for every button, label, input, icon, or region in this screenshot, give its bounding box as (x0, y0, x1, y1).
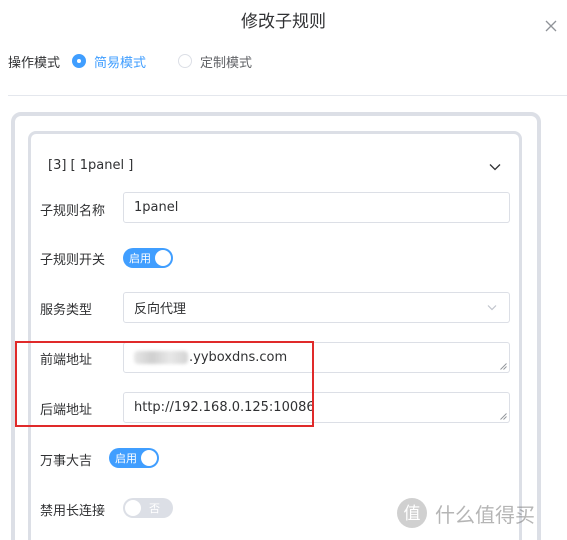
radio-simple-mode[interactable]: 简易模式 (72, 52, 146, 71)
service-type-label: 服务类型 (40, 303, 93, 318)
watermark-text: 什么值得买 (435, 502, 535, 527)
mode-label: 操作模式 (8, 55, 61, 71)
rule-name-input[interactable]: 1panel (123, 192, 510, 223)
switch-knob (155, 250, 171, 266)
dialog-title: 修改子规则 (241, 12, 326, 32)
radio-label: 定制模式 (200, 55, 253, 71)
switch-text: 启用 (115, 452, 137, 465)
lucky-switch[interactable]: 启用 (109, 448, 159, 468)
rule-enabled-switch[interactable]: 启用 (123, 248, 173, 268)
svg-text:值: 值 (404, 504, 421, 524)
rule-enabled-label: 子规则开关 (40, 253, 106, 268)
divider (8, 95, 567, 96)
rule-name-label: 子规则名称 (40, 204, 106, 219)
highlight-annotation-box (15, 341, 314, 427)
mode-selector: 操作模式 简易模式 定制模式 (8, 52, 284, 71)
radio-unchecked-icon (178, 54, 193, 68)
disable-keepalive-switch[interactable]: 否 (123, 498, 173, 518)
service-type-value: 反向代理 (134, 302, 187, 317)
switch-text: 否 (149, 502, 160, 515)
watermark-logo-icon: 值 (397, 498, 427, 528)
switch-knob (141, 450, 157, 466)
radio-custom-mode[interactable]: 定制模式 (178, 52, 252, 71)
chevron-down-icon (487, 305, 497, 311)
radio-label: 简易模式 (94, 55, 147, 71)
lucky-label: 万事大吉 (40, 454, 93, 469)
switch-knob (125, 500, 141, 516)
radio-checked-icon (72, 54, 87, 68)
resize-handle-icon[interactable] (500, 413, 507, 420)
resize-handle-icon[interactable] (500, 363, 507, 370)
switch-text: 启用 (129, 252, 151, 265)
service-type-select[interactable]: 反向代理 (123, 292, 510, 323)
close-icon[interactable] (545, 20, 557, 32)
rule-name-value: 1panel (134, 200, 179, 215)
chevron-down-icon[interactable] (489, 163, 501, 171)
rule-header[interactable]: [3] [ 1panel ] (48, 158, 133, 173)
watermark: 值 什么值得买 (395, 496, 535, 530)
disable-keepalive-label: 禁用长连接 (40, 504, 106, 519)
